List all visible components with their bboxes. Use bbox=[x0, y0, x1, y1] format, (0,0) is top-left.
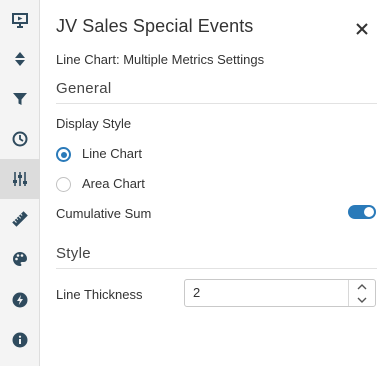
increment-button[interactable] bbox=[349, 280, 375, 293]
line-thickness-value[interactable]: 2 bbox=[193, 280, 200, 306]
style-heading: Style bbox=[56, 245, 91, 262]
cumulative-sum-label: Cumulative Sum bbox=[56, 206, 152, 221]
decrement-button[interactable] bbox=[349, 293, 375, 306]
line-thickness-label: Line Thickness bbox=[56, 287, 143, 302]
settings-panel: JV Sales Special Events Line Chart: Mult… bbox=[41, 0, 391, 366]
stepper-buttons bbox=[348, 280, 375, 306]
close-icon bbox=[356, 23, 368, 35]
sidebar-item-time[interactable] bbox=[0, 119, 40, 159]
cumulative-sum-toggle[interactable] bbox=[348, 205, 376, 219]
sidebar-item-settings[interactable] bbox=[0, 159, 40, 199]
lightning-icon bbox=[12, 292, 28, 308]
sidebar-rail bbox=[0, 0, 40, 366]
clock-icon bbox=[12, 131, 28, 147]
area-chart-radio[interactable] bbox=[56, 177, 71, 192]
sidebar-item-actions[interactable] bbox=[0, 280, 40, 320]
sidebar-item-filter[interactable] bbox=[0, 79, 40, 119]
display-style-label: Display Style bbox=[56, 116, 132, 131]
sidebar-item-present[interactable] bbox=[0, 0, 40, 40]
chevron-down-icon bbox=[357, 297, 367, 303]
line-chart-label[interactable]: Line Chart bbox=[82, 146, 142, 161]
ruler-icon bbox=[12, 211, 28, 227]
sort-icon bbox=[15, 52, 25, 66]
close-button[interactable] bbox=[351, 18, 373, 40]
info-icon bbox=[12, 332, 28, 348]
sidebar-item-sort[interactable] bbox=[0, 39, 40, 79]
panel-subtitle: Line Chart: Multiple Metrics Settings bbox=[56, 52, 265, 67]
sidebar-item-info[interactable] bbox=[0, 320, 40, 360]
area-chart-label[interactable]: Area Chart bbox=[82, 176, 145, 191]
chevron-up-icon bbox=[357, 283, 367, 289]
style-divider bbox=[56, 268, 377, 269]
line-thickness-stepper[interactable]: 2 bbox=[184, 279, 376, 307]
presentation-icon bbox=[12, 13, 28, 28]
filter-icon bbox=[13, 93, 27, 105]
sidebar-item-axis[interactable] bbox=[0, 199, 40, 239]
general-heading: General bbox=[56, 80, 112, 97]
general-divider bbox=[56, 103, 377, 104]
palette-icon bbox=[13, 252, 27, 266]
line-chart-radio[interactable] bbox=[56, 147, 71, 162]
sidebar-item-colors[interactable] bbox=[0, 239, 40, 279]
panel-title: JV Sales Special Events bbox=[56, 16, 254, 36]
toggle-knob bbox=[364, 207, 374, 217]
sliders-icon bbox=[13, 172, 27, 186]
